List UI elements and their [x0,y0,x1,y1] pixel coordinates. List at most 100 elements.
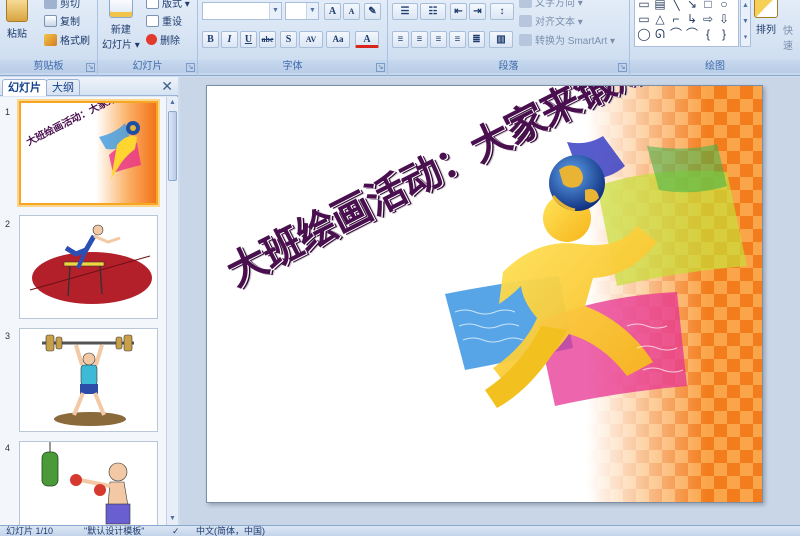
bold-button[interactable]: B [202,31,219,48]
format-painter-label: 格式刷 [60,36,90,47]
numbering-button[interactable]: ☷ [420,3,446,20]
scroll-down-icon[interactable]: ▼ [167,513,178,525]
quick-styles-label: 快速 [783,26,793,52]
shrink-font-button[interactable]: A [343,3,360,20]
align-right-icon: ≡ [435,34,442,45]
new-slide-button[interactable]: 新建 幻灯片 ▾ [102,0,140,51]
down-arrow-icon[interactable]: ⇩ [717,13,731,26]
bullets-button[interactable]: ☰ [392,3,418,20]
increase-indent-button[interactable]: ⇥ [469,3,486,20]
tab-slides[interactable]: 幻灯片 [2,79,47,96]
slide-thumbnail-2[interactable] [19,215,158,319]
square-icon[interactable]: □ [701,0,715,11]
textbox-icon[interactable]: ▤ [653,0,667,11]
font-size-combo[interactable]: ▼ [285,2,319,20]
align-text-icon [519,14,532,27]
brace-right-icon[interactable]: } [717,28,731,41]
strikethrough-button[interactable]: abe [259,31,276,48]
elbow-arrow-icon[interactable]: ↳ [685,13,699,26]
convert-smartart-button[interactable]: 转换为 SmartArt ▾ [519,32,615,47]
italic-button[interactable]: I [221,31,238,48]
text-direction-label: 文字方向 ▾ [535,0,583,9]
distribute-icon: ≣ [472,34,481,45]
slides-dialog-launcher[interactable]: ↘ [186,63,195,72]
thumbnail-1-artwork [96,103,156,203]
elbow-connector-icon[interactable]: ⌐ [669,13,683,26]
delete-label: 删除 [160,36,180,47]
text-shadow-button[interactable]: S [280,31,297,48]
status-bar: 幻灯片 1/10 "默认设计模板" ✓ 中文(简体，中国) [0,525,800,536]
copy-button[interactable]: 复制 [44,13,80,28]
justify-button[interactable]: ≡ [449,31,466,48]
slide-thumbnail-3[interactable] [19,328,158,432]
columns-button[interactable]: ▥ [489,31,513,48]
grow-font-button[interactable]: A [324,3,341,20]
rect-shape-icon[interactable]: ▭ [637,13,651,26]
thumbnail-number-3: 3 [5,331,11,341]
smartart-icon [519,33,532,46]
align-text-button[interactable]: 对齐文本 ▾ [519,13,583,28]
decrease-indent-button[interactable]: ⇤ [450,3,467,20]
freeform-icon[interactable]: ᘏ [653,28,667,41]
paragraph-group-label: 段落 [388,60,629,73]
font-color-button[interactable]: A [355,31,379,48]
arc-icon[interactable]: ⌒ [685,28,699,41]
triangle-icon[interactable]: △ [653,13,667,26]
arrange-label: 排列 [756,25,776,36]
slides-group-label: 幻灯片 [98,60,197,73]
copy-label: 复制 [60,17,80,28]
hurdler-clipart [29,224,152,304]
current-slide[interactable]: 大班绘画活动：大家来锻炼 [206,85,763,503]
scrollbar-thumb[interactable] [168,111,177,181]
quick-styles-button[interactable]: 快速 [783,22,800,52]
paste-button[interactable]: 粘贴 [6,0,28,40]
oval-icon[interactable]: ○ [717,0,731,11]
language-indicator[interactable]: 中文(简体，中国) [196,526,265,536]
align-right-button[interactable]: ≡ [430,31,447,48]
char-spacing-button[interactable]: AV [299,31,323,48]
reset-button[interactable]: 重设 [146,13,182,28]
curve-icon[interactable]: ⌒ [669,28,683,41]
close-pane-icon[interactable]: ✕ [161,79,173,93]
align-left-button[interactable]: ≡ [392,31,409,48]
distribute-button[interactable]: ≣ [468,31,485,48]
slide-thumbnail-1[interactable]: 大班绘画活动：大家来锻炼 [19,101,158,205]
clear-formatting-button[interactable]: ✎ [364,3,381,20]
paragraph-dialog-launcher[interactable]: ↘ [618,63,627,72]
spellcheck-icon[interactable]: ✓ [172,526,180,536]
thumbnail-scrollbar[interactable]: ▲ ▼ [166,97,178,525]
copy-icon [44,14,57,27]
gallery-up-icon: ▲ [742,2,749,9]
cut-button[interactable]: 剪切 [44,0,80,10]
layout-button[interactable]: 版式 ▾ [146,0,190,10]
line-spacing-button[interactable]: ↕ [490,3,514,20]
format-painter-button[interactable]: 格式刷 [44,32,90,47]
change-case-button[interactable]: Aa [326,31,350,48]
text-direction-button[interactable]: 文字方向 ▾ [519,0,583,9]
tab-outline[interactable]: 大纲 [46,79,80,96]
gallery-more-icon: ▾ [743,34,748,41]
clipboard-dialog-launcher[interactable]: ↘ [86,63,95,72]
thumbnail-number-2: 2 [5,219,11,229]
line-icon[interactable]: ╲ [669,0,683,11]
slides-outline-pane: 幻灯片 大纲 ✕ 1 大班绘画活动：大家来锻炼 2 3 4 ▲ ▼ [0,77,178,525]
slide-thumbnail-4[interactable] [19,441,158,525]
shapes-gallery-scroll[interactable]: ▲ ▼ ▾ [740,0,751,47]
arrange-button[interactable]: 排列 [754,0,778,36]
shapes-gallery[interactable]: ▭ ▤ ╲ ↘ □ ○ ▭ △ ⌐ ↳ ⇨ ⇩ ◯ ᘏ ⌒ ⌒ { } [634,0,739,47]
underline-button[interactable]: U [240,31,257,48]
ribbon: 粘贴 剪切 复制 格式刷 剪贴板 ↘ 新建 幻灯片 ▾ 版式 ▾ 重设 删除 幻… [0,0,800,76]
scroll-up-icon[interactable]: ▲ [167,97,178,109]
paragraph-group: ☰ ☷ ⇤ ⇥ ↕ 文字方向 ▾ 对齐文本 ▾ 转换为 SmartArt ▾ ≡… [388,0,630,76]
font-group: ▼ ▼ A A ✎ B I U abe S AV Aa A 字体 ↘ [198,0,388,76]
font-dialog-launcher[interactable]: ↘ [376,63,385,72]
brace-left-icon[interactable]: { [701,28,715,41]
delete-slide-button[interactable]: 删除 [146,32,180,47]
right-arrow-icon[interactable]: ⇨ [701,13,715,26]
font-name-combo[interactable]: ▼ [202,2,282,20]
arrow-line-icon[interactable]: ↘ [685,0,699,11]
rectangle-icon[interactable]: ▭ [637,0,651,11]
cut-label: 剪切 [60,0,80,10]
callout-icon[interactable]: ◯ [637,28,651,41]
align-center-button[interactable]: ≡ [411,31,428,48]
